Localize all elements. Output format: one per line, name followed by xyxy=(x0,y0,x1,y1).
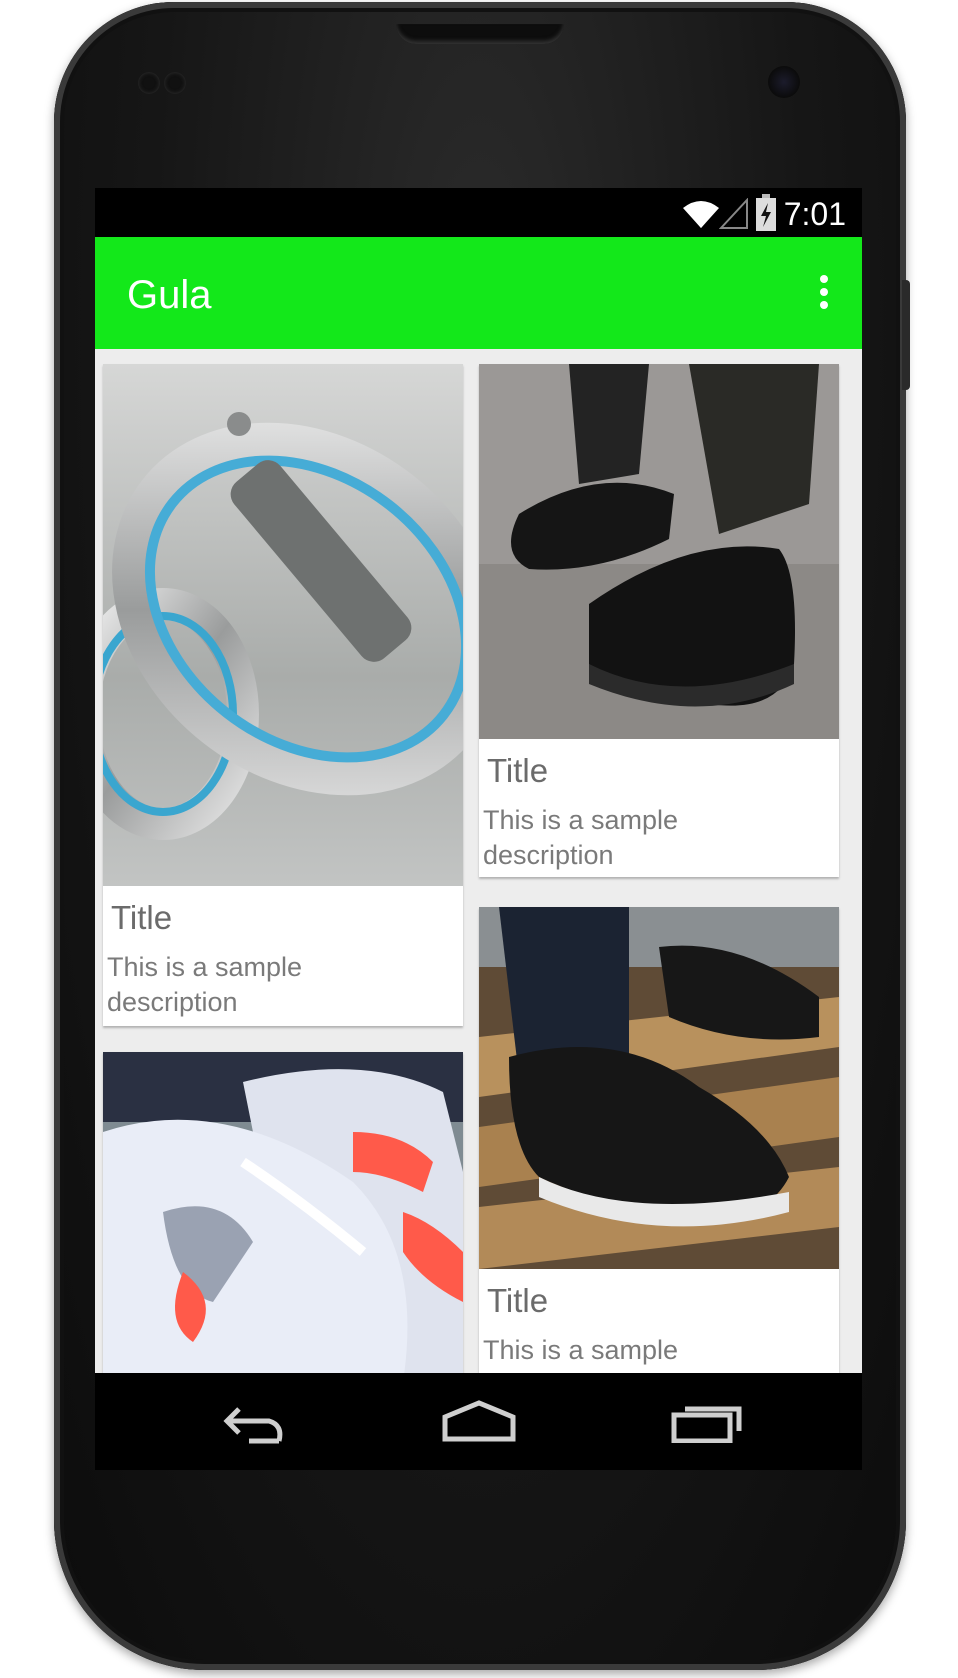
back-icon[interactable] xyxy=(219,1401,289,1447)
status-time: 7:01 xyxy=(783,196,846,232)
card-title: Title xyxy=(487,1282,549,1319)
front-camera xyxy=(768,66,800,98)
home-icon[interactable] xyxy=(441,1399,517,1443)
silver-bracelet-photo xyxy=(103,364,463,886)
card-image xyxy=(479,364,839,739)
card-title: Title xyxy=(111,899,173,936)
power-button xyxy=(902,280,910,390)
card-item[interactable]: Title This is a sample description xyxy=(103,364,463,1026)
proximity-sensor xyxy=(138,72,160,94)
overflow-menu-icon[interactable] xyxy=(816,275,832,313)
light-sensor xyxy=(164,72,186,94)
battery-icon xyxy=(756,194,776,231)
app-bar: Gula xyxy=(95,237,862,349)
card-item[interactable]: Title This is a sample description xyxy=(479,364,839,877)
card-image xyxy=(479,907,839,1269)
card-item[interactable]: Title This is a sample description xyxy=(479,907,839,1373)
app-title: Gula xyxy=(127,273,212,317)
card-image xyxy=(103,364,463,886)
signal-icon xyxy=(719,198,748,229)
card-description: This is a sample description xyxy=(483,1335,679,1373)
recent-apps-icon[interactable] xyxy=(671,1403,743,1443)
earpiece-speaker xyxy=(396,24,564,44)
card-grid[interactable]: Title This is a sample description Title… xyxy=(95,349,862,1373)
black-sneakers-pallet-photo xyxy=(479,907,839,1269)
white-red-sneakers-photo xyxy=(103,1052,463,1373)
black-sneakers-photo xyxy=(479,364,839,739)
card-item[interactable] xyxy=(103,1052,463,1373)
card-image xyxy=(103,1052,463,1373)
screen: 7:01 Gula Title This is a sample descrip… xyxy=(95,188,862,1470)
wifi-icon xyxy=(683,201,719,228)
navigation-bar xyxy=(95,1373,862,1470)
card-description: This is a sample description xyxy=(483,805,679,870)
status-bar: 7:01 xyxy=(95,188,862,237)
card-title: Title xyxy=(487,752,549,789)
card-description: This is a sample description xyxy=(107,952,303,1017)
